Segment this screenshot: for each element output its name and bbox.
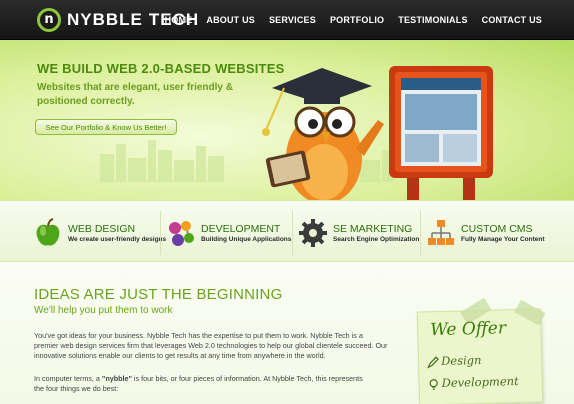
service-title: SE MARKETING bbox=[333, 222, 413, 235]
services-strip: WEB DESIGN We create user-friendly desig… bbox=[0, 200, 574, 262]
nav-testimonials[interactable]: TESTIMONIALS bbox=[398, 15, 467, 25]
site-header: n NYBBLE TECH HOME ABOUT US SERVICES POR… bbox=[0, 0, 574, 40]
nav-portfolio[interactable]: PORTFOLIO bbox=[330, 15, 384, 25]
section-heading: IDEAS ARE JUST THE BEGINNING bbox=[34, 286, 283, 303]
divider bbox=[420, 211, 421, 255]
service-desc: Search Engine Optimization bbox=[333, 235, 420, 243]
service-title: WEB DESIGN bbox=[68, 222, 136, 235]
sitemap-icon bbox=[428, 220, 454, 245]
section-subheading: We'll help you put them to work bbox=[34, 305, 173, 316]
service-custom-cms[interactable]: CUSTOM CMS Fully Manage Your Content bbox=[426, 213, 545, 253]
service-web-design[interactable]: WEB DESIGN We create user-friendly desig… bbox=[33, 213, 166, 253]
we-offer-title: We Offer bbox=[430, 318, 507, 341]
logo-mark-icon: n bbox=[37, 8, 61, 32]
service-desc: Building Unique Applications bbox=[201, 235, 292, 243]
main-nav: HOME ABOUT US SERVICES PORTFOLIO TESTIMO… bbox=[165, 0, 542, 40]
nybble-paragraph: In computer terms, a "nybble" is four bi… bbox=[34, 374, 364, 394]
offer-item-development[interactable]: Development bbox=[441, 374, 518, 390]
service-title: CUSTOM CMS bbox=[461, 222, 533, 235]
hero-banner: WE BUILD WEB 2.0-BASED WEBSITES Websites… bbox=[0, 40, 574, 200]
service-desc: Fully Manage Your Content bbox=[461, 235, 545, 243]
nybble-paragraph-pre: In computer terms, a bbox=[34, 374, 102, 383]
owl-mascot-illustration bbox=[262, 68, 384, 200]
service-desc: We create user-friendly designs bbox=[68, 235, 167, 243]
intro-paragraph: You've got ideas for your business. Nybb… bbox=[34, 331, 388, 360]
we-offer-note: We Offer Design Development bbox=[416, 297, 546, 404]
nav-contact-us[interactable]: CONTACT US bbox=[482, 15, 542, 25]
offer-item-design[interactable]: Design bbox=[441, 353, 482, 368]
nybble-term: "nybble" bbox=[101, 374, 132, 383]
hero-subtitle: Websites that are elegant, user friendly… bbox=[37, 82, 233, 107]
service-development[interactable]: DEVELOPMENT Building Unique Applications bbox=[166, 213, 291, 253]
pencil-icon bbox=[426, 356, 439, 369]
lightbulb-icon bbox=[429, 379, 438, 390]
nav-about-us[interactable]: ABOUT US bbox=[206, 15, 255, 25]
nav-services[interactable]: SERVICES bbox=[269, 15, 316, 25]
service-title: DEVELOPMENT bbox=[201, 222, 281, 235]
apple-icon bbox=[36, 218, 60, 246]
service-se-marketing[interactable]: SE MARKETING Search Engine Optimization bbox=[298, 213, 419, 253]
portfolio-cta-button[interactable]: See Our Portfolio & Know Us Better! bbox=[35, 119, 177, 135]
hero-title: WE BUILD WEB 2.0-BASED WEBSITES bbox=[37, 61, 285, 76]
nav-home[interactable]: HOME bbox=[165, 15, 193, 25]
divider bbox=[292, 211, 293, 255]
molecule-icon bbox=[169, 221, 194, 246]
website-presentation-board bbox=[389, 66, 493, 200]
logo-word-nybble: NYBBLE bbox=[67, 10, 143, 29]
divider bbox=[160, 211, 161, 255]
gear-icon bbox=[299, 219, 327, 247]
